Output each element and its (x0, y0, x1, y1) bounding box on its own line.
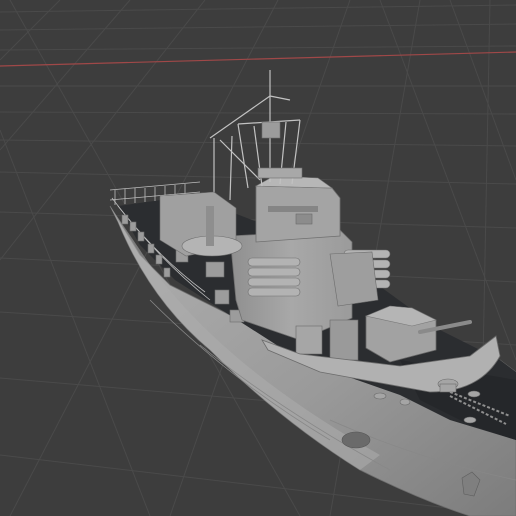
viewport-canvas[interactable] (0, 0, 516, 516)
x-axis-line (0, 51, 516, 67)
mast-platform (257, 167, 303, 179)
gun-mount-box-2 (295, 325, 323, 355)
3d-viewport[interactable] (0, 0, 516, 516)
hawse-pipe (341, 431, 371, 449)
bridge-window-band (268, 206, 318, 212)
aft-crane-post (206, 206, 214, 246)
ship-model[interactable] (109, 70, 516, 516)
bridge-hatch (295, 213, 313, 225)
radar-housing (261, 121, 281, 139)
gun-mount-box (329, 319, 359, 361)
stack-housing (329, 251, 379, 307)
